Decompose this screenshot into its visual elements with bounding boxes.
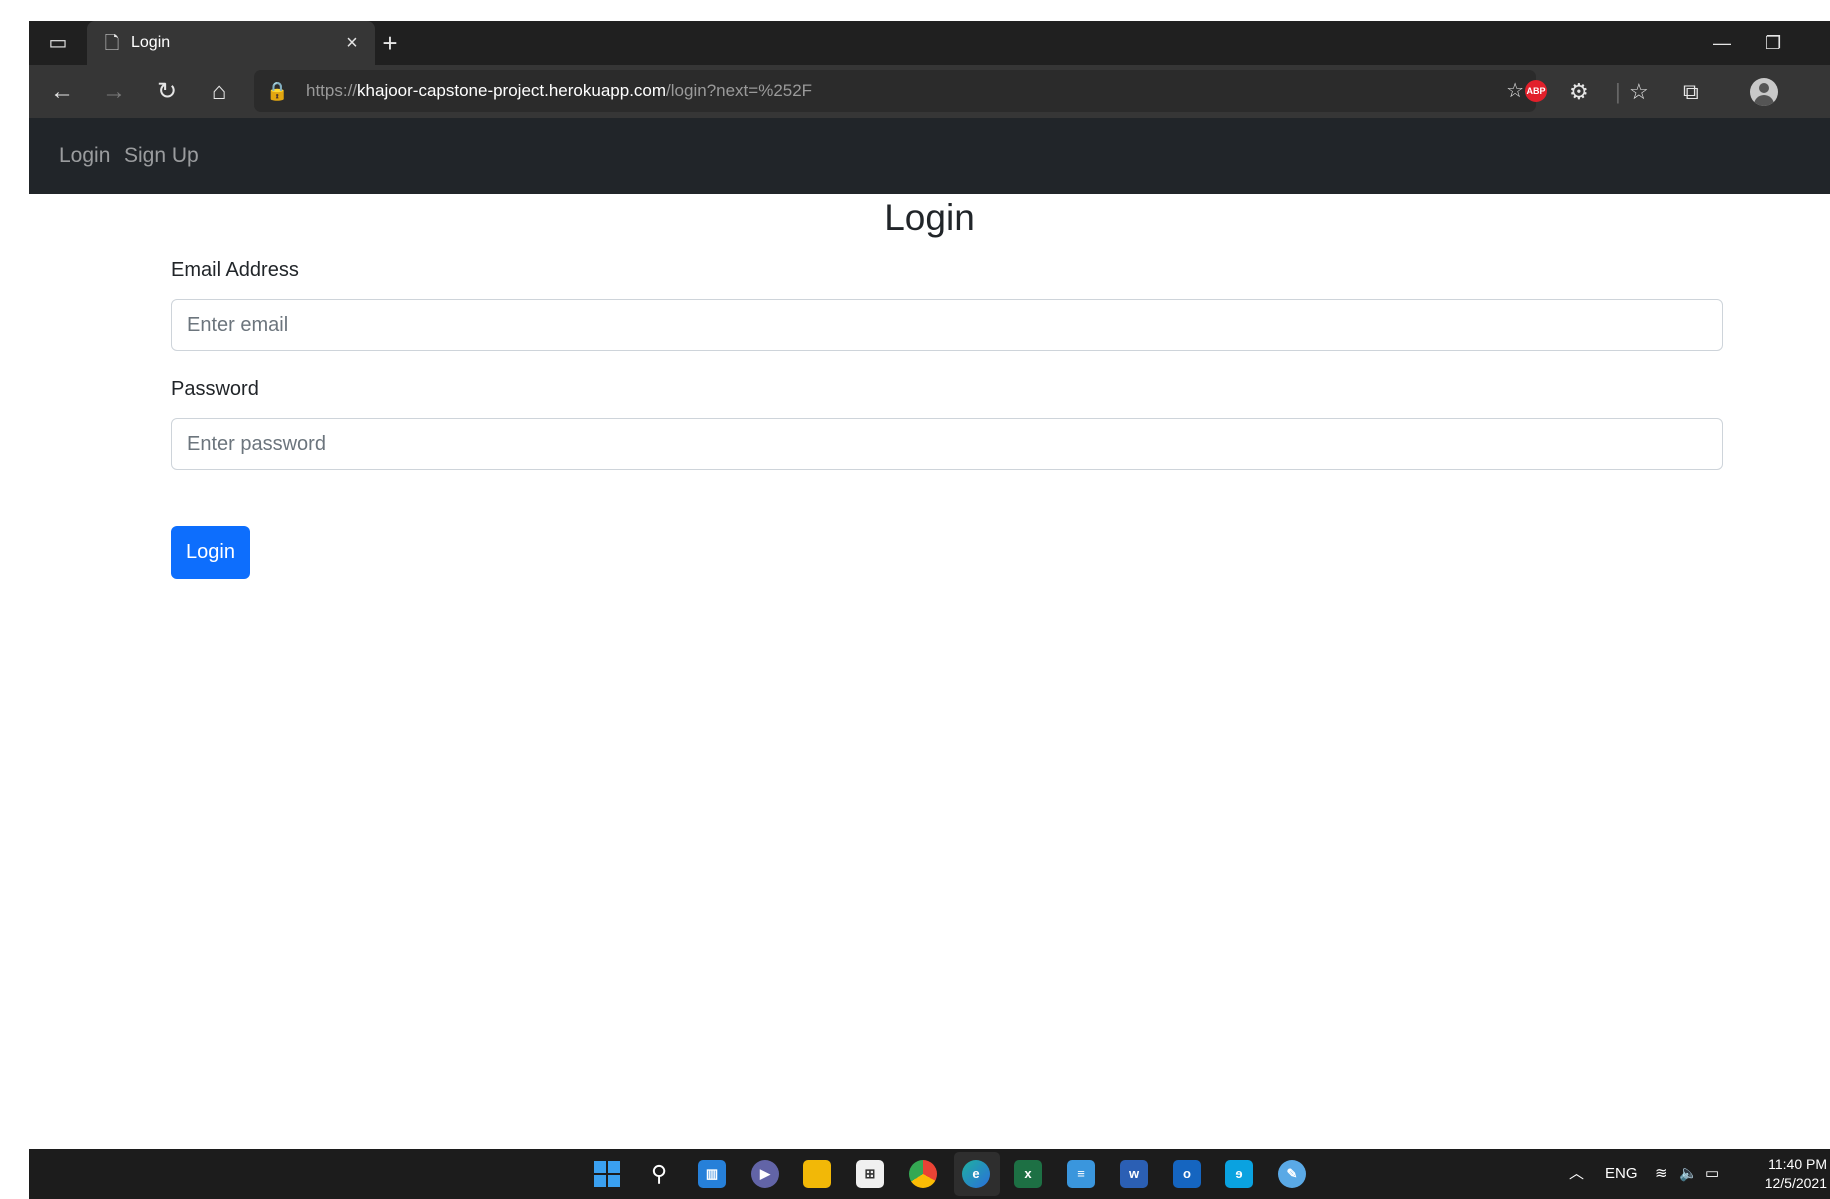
wifi-icon[interactable]: ≋ [1655, 1149, 1668, 1199]
page-title: Login [884, 197, 975, 238]
nav-signup-link[interactable]: Sign Up [124, 118, 199, 194]
chrome-icon[interactable] [909, 1160, 937, 1188]
profile-avatar-icon[interactable] [1750, 78, 1778, 106]
browser-tab[interactable]: 🗋 Login × [87, 21, 375, 65]
address-bar[interactable]: 🔒 https://khajoor-capstone-project.herok… [254, 70, 1536, 112]
login-button[interactable]: Login [171, 526, 250, 579]
clock[interactable]: 11:40 PM 12/5/2021 [1749, 1155, 1827, 1193]
refresh-icon[interactable]: ↻ [150, 65, 184, 118]
widgets-icon[interactable]: ▥ [698, 1160, 726, 1188]
browser-tab-strip: ▭ 🗋 Login × + — ❐ [29, 21, 1830, 65]
start-icon[interactable] [593, 1160, 621, 1188]
back-icon[interactable]: ← [45, 65, 79, 118]
adblock-plus-icon[interactable]: ABP [1525, 80, 1547, 102]
store-icon[interactable]: ⊞ [856, 1160, 884, 1188]
edge-icon[interactable]: e [962, 1160, 990, 1188]
excel-icon[interactable]: x [1014, 1160, 1042, 1188]
email-input[interactable] [171, 299, 1723, 351]
outlook-icon[interactable]: o [1173, 1160, 1201, 1188]
collections-icon[interactable]: ⧉ [1683, 65, 1699, 118]
tab-actions-icon[interactable]: ▭ [43, 21, 73, 65]
browser-toolbar: ← → ↻ ⌂ 🔒 https://khajoor-capstone-proje… [29, 65, 1830, 118]
close-tab-icon[interactable]: × [339, 21, 365, 65]
email-label: Email Address [171, 259, 299, 281]
search-icon[interactable]: ⚲ [645, 1160, 673, 1188]
lock-icon[interactable]: 🔒 [266, 70, 288, 112]
volume-icon[interactable]: 🔈 [1679, 1149, 1698, 1199]
site-navbar: Login Sign Up [29, 118, 1830, 194]
paint-icon[interactable]: ✎ [1278, 1160, 1306, 1188]
sticky-icon[interactable]: ɘ [1225, 1160, 1253, 1188]
new-tab-icon[interactable]: + [375, 21, 405, 65]
password-input[interactable] [171, 418, 1723, 470]
screen: ▭ 🗋 Login × + — ❐ ← → ↻ ⌂ 🔒 https://khaj… [29, 21, 1830, 1199]
favorites-icon[interactable]: ☆ [1629, 65, 1649, 118]
teams-chat-icon[interactable]: ▶ [751, 1160, 779, 1188]
language-indicator[interactable]: ENG [1605, 1149, 1638, 1199]
minimize-icon[interactable]: — [1713, 21, 1731, 65]
battery-icon[interactable]: ▭ [1705, 1149, 1719, 1199]
clock-date: 12/5/2021 [1764, 1175, 1827, 1191]
password-label: Password [171, 378, 259, 400]
add-favorite-icon[interactable]: ☆ [1506, 70, 1524, 112]
notepad-icon[interactable]: ≡ [1067, 1160, 1095, 1188]
restore-icon[interactable]: ❐ [1765, 21, 1781, 65]
nav-login-link[interactable]: Login [59, 118, 110, 194]
windows-taskbar: ⚲ ▥ ▶ ⊞ e x ≡ w o ɘ ✎ ︿ ENG ≋ 🔈 ▭ 11:40 … [29, 1149, 1830, 1199]
extensions-icon[interactable]: ⚙ [1569, 65, 1589, 118]
clock-time: 11:40 PM [1768, 1156, 1827, 1172]
show-hidden-icons-icon[interactable]: ︿ [1569, 1149, 1584, 1199]
page-icon: 🗋 [104, 33, 120, 53]
toolbar-divider: | [1615, 79, 1621, 104]
url-text[interactable]: https://khajoor-capstone-project.herokua… [306, 70, 812, 112]
forward-icon[interactable]: → [97, 65, 131, 118]
tab-title: Login [131, 34, 171, 51]
file-explorer-icon[interactable] [803, 1160, 831, 1188]
word-icon[interactable]: w [1120, 1160, 1148, 1188]
home-icon[interactable]: ⌂ [202, 65, 236, 118]
